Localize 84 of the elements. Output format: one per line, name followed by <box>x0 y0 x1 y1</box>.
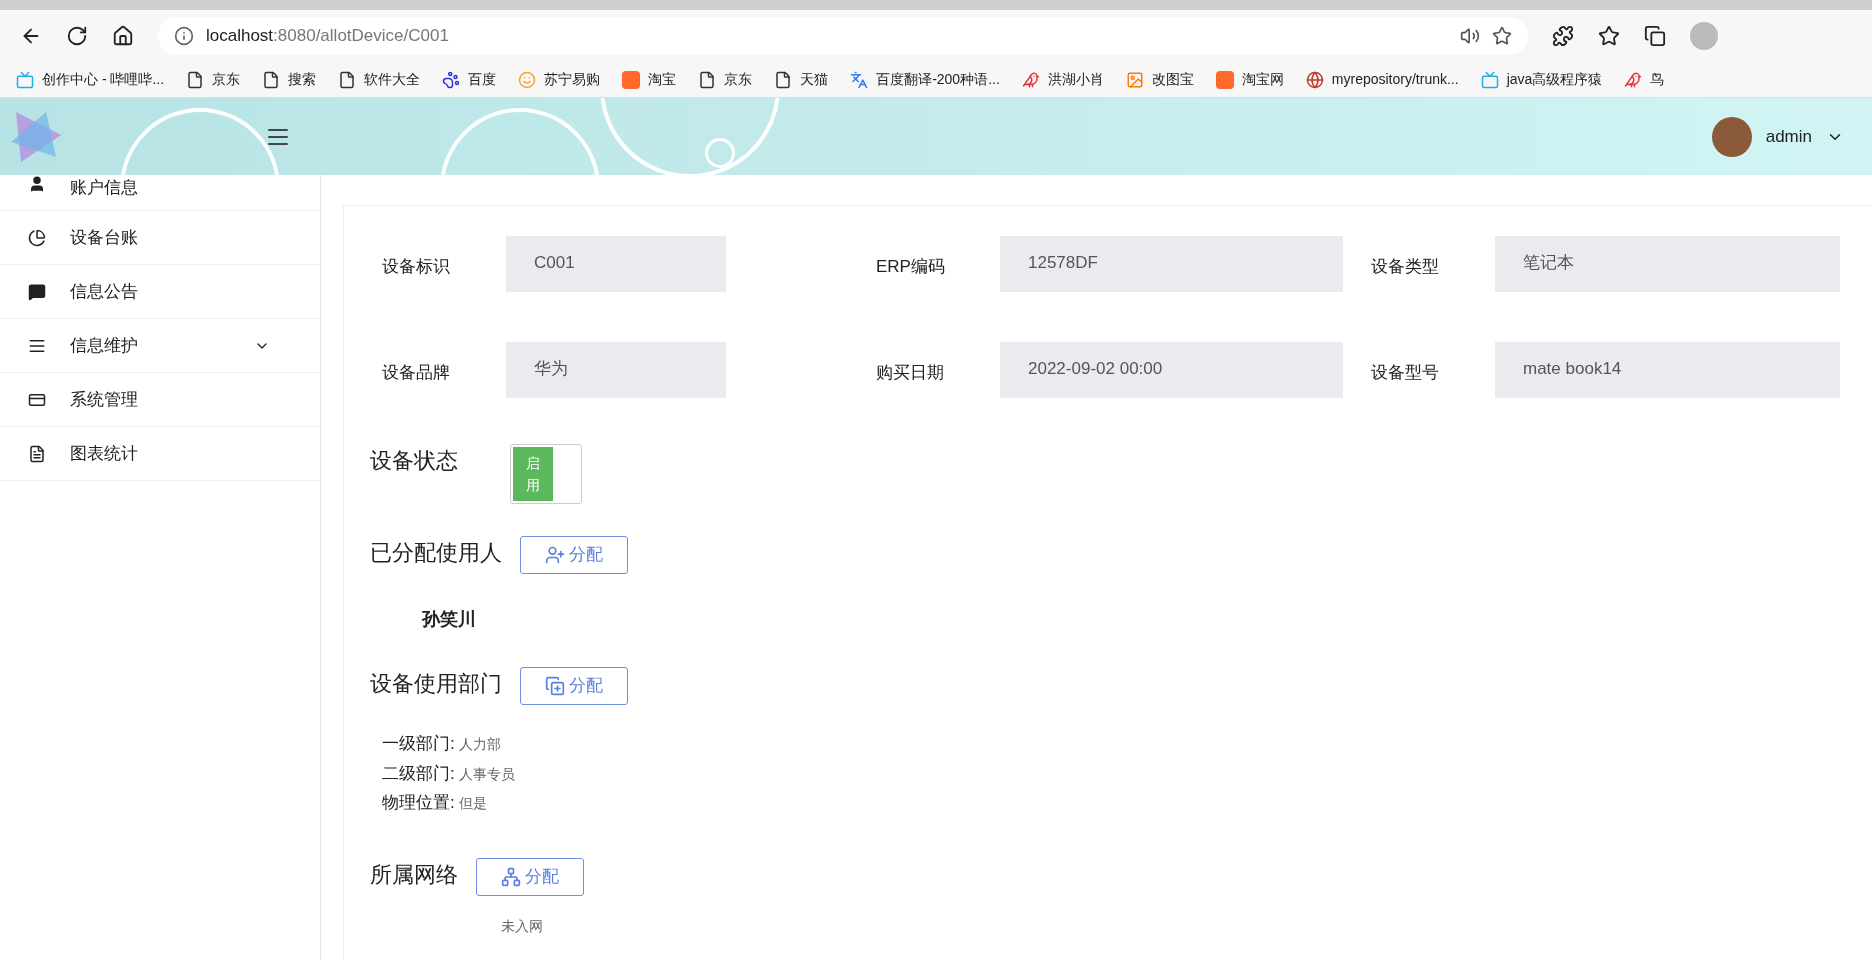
sidebar-item[interactable]: 系统管理 <box>0 373 320 427</box>
favorites-icon[interactable] <box>1598 25 1620 47</box>
bookmark-link[interactable]: 京东 <box>212 69 241 90</box>
extensions-icon[interactable] <box>1552 25 1574 47</box>
face-icon <box>518 70 537 89</box>
collections-icon[interactable] <box>1644 25 1666 47</box>
assign-button[interactable]: 分配 <box>476 857 584 896</box>
image-icon <box>1125 70 1144 89</box>
detail-value: 人力部 <box>458 735 501 754</box>
field-label: 购买日期 <box>876 362 945 385</box>
bookmark-link[interactable]: 洪湖小肖 <box>1047 69 1104 90</box>
bookmark-link[interactable]: java高级程序猿 <box>1506 69 1603 90</box>
network-icon <box>501 866 521 887</box>
section-title: 已分配使用人 <box>370 539 502 567</box>
section-title: 所属网络 <box>370 860 458 889</box>
field-label: 设备品牌 <box>382 362 451 385</box>
section-title: 设备状态 <box>370 447 459 475</box>
bookmark-link[interactable]: 淘宝 <box>648 69 677 90</box>
info-icon <box>174 26 194 46</box>
text-field[interactable]: 笔记本 <box>1495 236 1840 292</box>
detail-label: 物理位置: <box>382 792 455 814</box>
page-icon <box>338 70 357 89</box>
chat-icon <box>28 282 46 301</box>
bird-icon <box>1624 70 1643 89</box>
section-title: 设备使用部门 <box>370 670 502 698</box>
bookmark-link[interactable]: 京东 <box>724 69 753 90</box>
url-text: localhost:8080/allotDevice/C001 <box>206 25 450 48</box>
sidebar-item[interactable]: 信息公告 <box>0 265 320 319</box>
bookmark-link[interactable]: 百度翻译-200种语... <box>876 69 1000 90</box>
tv-icon <box>16 70 34 89</box>
add-copy-icon <box>545 676 565 696</box>
bird-icon <box>1021 70 1040 89</box>
assignee-name: 孙笑川 <box>422 608 476 631</box>
detail-label: 二级部门: <box>382 762 455 785</box>
sidebar-item[interactable]: 信息维护 <box>0 319 320 373</box>
detail-value: 但是 <box>458 794 487 813</box>
sidebar-item[interactable]: 账户信息 <box>0 175 320 211</box>
detail-label: 一级部门: <box>382 733 455 755</box>
sidebar-item[interactable]: 设备台账 <box>0 211 320 265</box>
translate-icon <box>850 70 869 89</box>
assign-button[interactable]: 分配 <box>520 667 628 705</box>
sidebar-item[interactable]: 图表统计 <box>0 427 320 481</box>
text-field[interactable]: 12578DF <box>1000 236 1343 292</box>
bookmark-link[interactable]: 淘宝网 <box>1241 69 1284 90</box>
text-field[interactable]: 华为 <box>506 342 726 398</box>
page-icon <box>262 70 281 89</box>
user-name[interactable]: admin <box>1765 123 1812 150</box>
reload-icon[interactable] <box>66 25 88 47</box>
document-icon <box>28 444 46 463</box>
user-icon <box>28 175 46 193</box>
paw-icon <box>442 70 461 89</box>
shop-icon <box>622 70 641 89</box>
user-plus-icon <box>545 545 565 565</box>
field-label: 设备标识 <box>382 256 451 279</box>
pie-chart-icon <box>28 228 46 247</box>
bookmark-link[interactable]: 创作中心 - 哔哩哔... <box>42 69 165 90</box>
bookmark-link[interactable]: 天猫 <box>800 69 829 90</box>
bookmark-link[interactable]: 苏宁易购 <box>544 69 601 90</box>
text-field[interactable]: C001 <box>506 236 726 292</box>
read-aloud-icon[interactable] <box>1460 26 1480 46</box>
shop-icon <box>1215 70 1234 89</box>
field-label: 设备类型 <box>1371 256 1440 279</box>
page-icon <box>186 70 205 89</box>
favorite-icon[interactable] <box>1492 26 1512 46</box>
page-icon <box>774 70 793 89</box>
network-value: 未入网 <box>501 916 543 936</box>
tv-icon <box>1480 70 1499 89</box>
page-icon <box>698 70 717 89</box>
bookmark-link[interactable]: 百度 <box>468 69 497 90</box>
text-field[interactable]: mate book14 <box>1495 342 1840 398</box>
bookmark-link[interactable]: 改图宝 <box>1151 69 1194 90</box>
bookmark-link[interactable]: 鸟 <box>1650 69 1665 90</box>
address-bar[interactable]: localhost:8080/allotDevice/C001 <box>158 17 1528 55</box>
user-avatar[interactable] <box>1711 116 1752 157</box>
home-icon[interactable] <box>112 25 134 47</box>
assign-button[interactable]: 分配 <box>520 536 628 574</box>
bookmark-link[interactable]: 软件大全 <box>364 69 421 90</box>
bookmark-link[interactable]: myrepository/trunk... <box>1331 69 1459 90</box>
bookmark-link[interactable]: 搜索 <box>288 69 317 90</box>
field-label: 设备型号 <box>1371 362 1440 385</box>
globe-icon <box>1305 70 1324 89</box>
text-field[interactable]: 2022-09-02 00:00 <box>1000 342 1343 398</box>
field-label: ERP编码 <box>876 256 946 279</box>
detail-value: 人事专员 <box>458 764 515 784</box>
